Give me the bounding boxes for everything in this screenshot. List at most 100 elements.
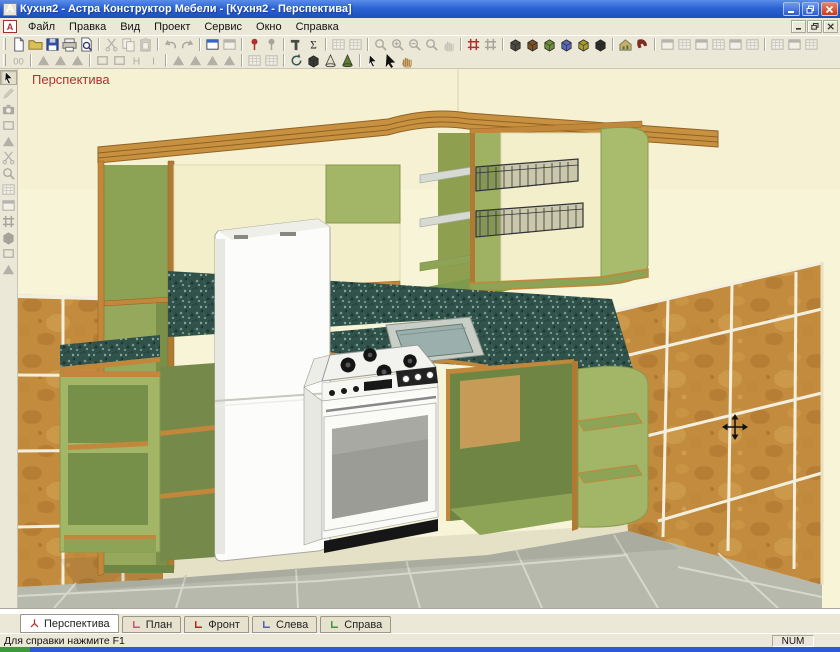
project-window-alt-icon bbox=[222, 37, 237, 52]
tab-front[interactable]: Фронт bbox=[184, 616, 249, 633]
tools-icon bbox=[289, 37, 304, 52]
select-add-icon bbox=[382, 53, 397, 68]
select-add-button[interactable] bbox=[381, 53, 398, 68]
toolbar-separator bbox=[460, 37, 462, 51]
nudge-right-icon bbox=[205, 53, 220, 68]
draw-poly-icon bbox=[1, 134, 16, 149]
menu-item-view[interactable]: Вид bbox=[113, 19, 147, 35]
project-window-alt-button bbox=[221, 37, 238, 52]
menu-item-file[interactable]: Файл bbox=[21, 19, 62, 35]
tab-label: Перспектива bbox=[44, 617, 110, 630]
corner-icon bbox=[329, 619, 340, 630]
snap-grid-button[interactable] bbox=[465, 37, 482, 52]
view-material-black-button[interactable] bbox=[592, 37, 609, 52]
project-window-icon bbox=[205, 37, 220, 52]
report-window-3-icon bbox=[694, 37, 709, 52]
menu-items: Файл Правка Вид Проект Сервис Окно Справка bbox=[21, 21, 346, 33]
kitchen-scene[interactable] bbox=[18, 69, 840, 608]
document-icon[interactable]: А bbox=[3, 20, 17, 33]
child-minimize-button[interactable] bbox=[791, 20, 806, 33]
draw-rect-icon bbox=[1, 118, 16, 133]
export-3-icon bbox=[804, 37, 819, 52]
base-cabinet-corner[interactable] bbox=[446, 359, 649, 535]
tab-right[interactable]: Справа bbox=[320, 616, 392, 633]
view-label: Перспектива bbox=[32, 72, 110, 87]
menu-item-service[interactable]: Сервис bbox=[197, 19, 249, 35]
room-materials-button[interactable] bbox=[617, 37, 634, 52]
taskbar-strip[interactable] bbox=[30, 647, 840, 652]
tab-plan[interactable]: План bbox=[121, 616, 182, 633]
child-close-button[interactable] bbox=[823, 20, 838, 33]
base-cabinet-left[interactable] bbox=[59, 371, 161, 553]
toolbar-separator bbox=[764, 37, 766, 51]
grid-settings-icon bbox=[483, 37, 498, 52]
pin-marker-alt-icon bbox=[264, 37, 279, 52]
corner-icon bbox=[261, 619, 272, 630]
child-restore-button[interactable] bbox=[807, 20, 822, 33]
new-document-button[interactable] bbox=[10, 37, 27, 52]
select-object-button[interactable] bbox=[364, 53, 381, 68]
zoom-in-button bbox=[389, 37, 406, 52]
maximize-button[interactable] bbox=[802, 2, 819, 16]
menu-item-edit[interactable]: Правка bbox=[62, 19, 113, 35]
view-material-blue-button[interactable] bbox=[558, 37, 575, 52]
toolbar-separator bbox=[199, 37, 201, 51]
save-project-icon bbox=[45, 37, 60, 52]
layout-grid-a-icon bbox=[247, 53, 262, 68]
tab-left[interactable]: Слева bbox=[251, 616, 318, 633]
order-contact-button[interactable] bbox=[634, 37, 651, 52]
tools-button[interactable] bbox=[288, 37, 305, 52]
upper-cabinet-right[interactable] bbox=[469, 120, 649, 292]
save-project-button[interactable] bbox=[44, 37, 61, 52]
toolbar-separator bbox=[30, 53, 32, 67]
open-project-icon bbox=[28, 37, 43, 52]
align-top-button bbox=[35, 53, 52, 68]
project-window-button[interactable] bbox=[204, 37, 221, 52]
grid-settings-button bbox=[482, 37, 499, 52]
menu-item-window[interactable]: Окно bbox=[249, 19, 289, 35]
orbit-view-button[interactable] bbox=[288, 53, 305, 68]
display-wireframe-button[interactable] bbox=[322, 53, 339, 68]
menu-item-project[interactable]: Проект bbox=[147, 19, 197, 35]
print-button[interactable] bbox=[61, 37, 78, 52]
view-material-olive-button[interactable] bbox=[575, 37, 592, 52]
align-top-icon bbox=[36, 53, 51, 68]
start-button-edge[interactable] bbox=[0, 647, 30, 652]
toolbar-separator bbox=[241, 37, 243, 51]
panel-a-button bbox=[0, 182, 17, 197]
nudge-down-icon bbox=[171, 53, 186, 68]
tab-perspective[interactable]: Перспектива bbox=[20, 614, 119, 633]
close-button[interactable] bbox=[821, 2, 838, 16]
minimize-button[interactable] bbox=[783, 2, 800, 16]
status-help-text: Для справки нажмите F1 bbox=[4, 634, 125, 647]
panel-c-button bbox=[0, 214, 17, 229]
view-material-green-button[interactable] bbox=[541, 37, 558, 52]
print-preview-button[interactable] bbox=[78, 37, 95, 52]
measure-button bbox=[0, 166, 17, 181]
open-project-button[interactable] bbox=[27, 37, 44, 52]
toolbar-grip[interactable] bbox=[3, 38, 6, 50]
view-material-brown-button[interactable] bbox=[524, 37, 541, 52]
viewport-3d[interactable]: Перспектива bbox=[18, 69, 840, 608]
view-material-dark-button[interactable] bbox=[507, 37, 524, 52]
menu-item-help[interactable]: Справка bbox=[289, 19, 346, 35]
pin-marker-button[interactable] bbox=[246, 37, 263, 52]
open-shelf-lower-left[interactable] bbox=[160, 363, 215, 561]
pan-view-button bbox=[440, 37, 457, 52]
toolbar-grip[interactable] bbox=[3, 54, 6, 66]
window-title: Кухня2 - Астра Конструктор Мебели - [Кух… bbox=[20, 3, 352, 15]
distribute-v-icon bbox=[112, 53, 127, 68]
calc-sum-button[interactable] bbox=[305, 37, 322, 52]
nudge-up-icon bbox=[188, 53, 203, 68]
calc-sum-icon bbox=[306, 37, 321, 52]
page-move-button[interactable] bbox=[398, 53, 415, 68]
redo-button bbox=[179, 37, 196, 52]
tab-label: Фронт bbox=[208, 618, 240, 631]
toolbar-drawing-vertical bbox=[0, 69, 18, 608]
spec-table-1-icon bbox=[331, 37, 346, 52]
tab-label: Справа bbox=[344, 618, 383, 631]
display-solid-button[interactable] bbox=[305, 53, 322, 68]
select-cursor-button[interactable] bbox=[0, 70, 17, 85]
pin-marker-alt-button bbox=[263, 37, 280, 52]
display-shaded-button[interactable] bbox=[339, 53, 356, 68]
